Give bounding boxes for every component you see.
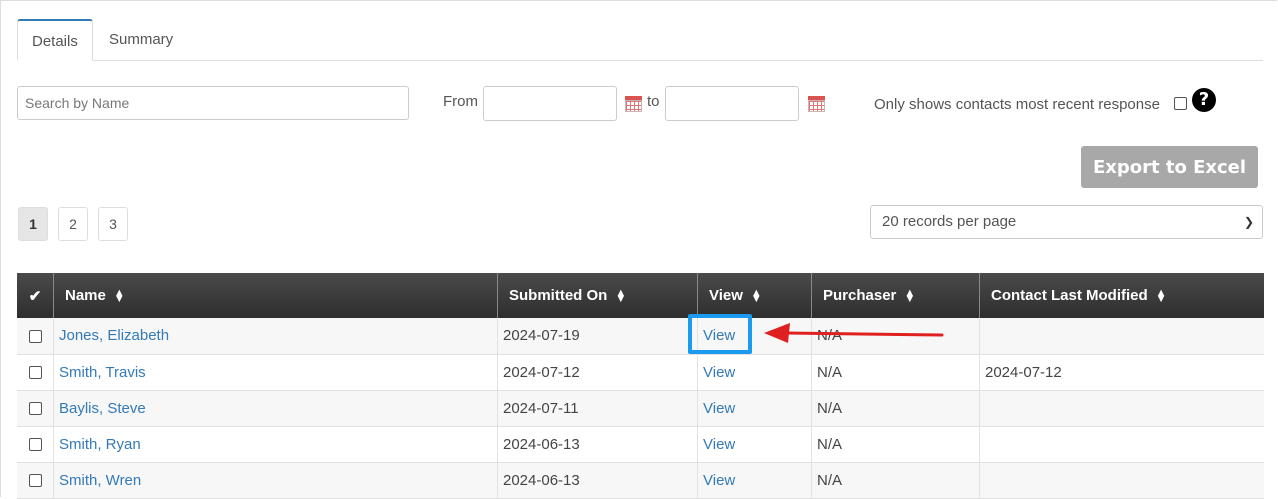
submitted-date: 2024-07-19 (497, 318, 698, 354)
calendar-icon[interactable] (808, 96, 825, 112)
purchaser-value: N/A (811, 462, 980, 498)
recent-response-label: Only shows contacts most recent response (874, 96, 1160, 113)
contact-name-link[interactable]: Smith, Travis (59, 364, 146, 381)
table-row: Smith, Wren 2024-06-13 View N/A (17, 462, 1264, 498)
page-2-button[interactable]: 2 (58, 207, 88, 241)
select-all-check-icon[interactable]: ✔ (17, 273, 54, 318)
row-checkbox[interactable] (28, 366, 42, 380)
calendar-icon[interactable] (625, 96, 642, 112)
purchaser-value: N/A (811, 354, 980, 390)
view-link[interactable]: View (703, 364, 735, 381)
contact-name-link[interactable]: Smith, Ryan (59, 436, 141, 453)
table-row: Jones, Elizabeth 2024-07-19 View N/A (17, 318, 1264, 354)
submitted-date: 2024-07-11 (497, 390, 698, 426)
row-checkbox[interactable] (28, 329, 42, 343)
sort-icon: ▲ ▼ (750, 287, 762, 306)
from-date-input[interactable] (483, 86, 617, 121)
contact-name-link[interactable]: Baylis, Steve (59, 400, 146, 417)
search-input[interactable] (17, 86, 409, 120)
page-1-button[interactable]: 1 (18, 207, 48, 241)
view-link[interactable]: View (703, 436, 735, 453)
tab-bar: Details Summary (17, 19, 1263, 61)
chevron-down-icon: ❯ (1243, 215, 1254, 229)
records-per-page-value: 20 records per page (882, 213, 1017, 230)
page-3-button[interactable]: 3 (98, 207, 128, 241)
purchaser-value: N/A (811, 390, 980, 426)
last-modified-value (980, 390, 1265, 426)
from-label: From (443, 93, 478, 110)
submitted-date: 2024-06-13 (497, 426, 698, 462)
view-link[interactable]: View (703, 400, 735, 417)
header-contact-last-modified[interactable]: Contact Last Modified ▲ ▼ (980, 273, 1265, 318)
row-checkbox[interactable] (28, 474, 42, 488)
question-circle-icon[interactable]: ? (1192, 88, 1216, 112)
submitted-date: 2024-06-13 (497, 462, 698, 498)
sort-icon: ▲ ▼ (113, 287, 125, 306)
table-row: Smith, Ryan 2024-06-13 View N/A (17, 426, 1264, 462)
tab-summary[interactable]: Summary (95, 19, 187, 59)
responses-table: ✔ Name ▲ ▼ Submitted On ▲ ▼ View ▲ ▼ Purchaser… (17, 273, 1264, 499)
purchaser-value: N/A (811, 426, 980, 462)
last-modified-value (980, 426, 1265, 462)
export-to-excel-button[interactable]: Export to Excel (1081, 146, 1258, 188)
table-row: Smith, Travis 2024-07-12 View N/A 2024-0… (17, 354, 1264, 390)
to-label: to (647, 93, 660, 110)
sort-icon: ▲ ▼ (1155, 287, 1167, 306)
row-checkbox[interactable] (28, 402, 42, 416)
header-purchaser[interactable]: Purchaser ▲ ▼ (811, 273, 980, 318)
view-link[interactable]: View (703, 472, 735, 489)
recent-response-checkbox[interactable] (1174, 97, 1187, 110)
contact-name-link[interactable]: Jones, Elizabeth (59, 327, 169, 344)
table-row: Baylis, Steve 2024-07-11 View N/A (17, 390, 1264, 426)
highlight-box (688, 314, 752, 354)
header-name[interactable]: Name ▲ ▼ (53, 273, 498, 318)
submitted-date: 2024-07-12 (497, 354, 698, 390)
records-per-page-select[interactable]: 20 records per page ❯ (870, 205, 1263, 239)
to-date-input[interactable] (665, 86, 799, 121)
header-submitted-on[interactable]: Submitted On ▲ ▼ (497, 273, 698, 318)
contact-name-link[interactable]: Smith, Wren (59, 472, 141, 489)
last-modified-value (980, 462, 1265, 498)
tab-details[interactable]: Details (17, 19, 93, 61)
header-view[interactable]: View ▲ ▼ (697, 273, 812, 318)
sort-icon: ▲ ▼ (615, 287, 627, 306)
last-modified-value: 2024-07-12 (985, 363, 1062, 381)
red-arrow-icon (764, 323, 944, 343)
sort-icon: ▲ ▼ (904, 287, 916, 306)
table-header-row: ✔ Name ▲ ▼ Submitted On ▲ ▼ View ▲ ▼ Purchaser… (17, 273, 1264, 318)
row-checkbox[interactable] (28, 438, 42, 452)
last-modified-value (980, 318, 1265, 354)
